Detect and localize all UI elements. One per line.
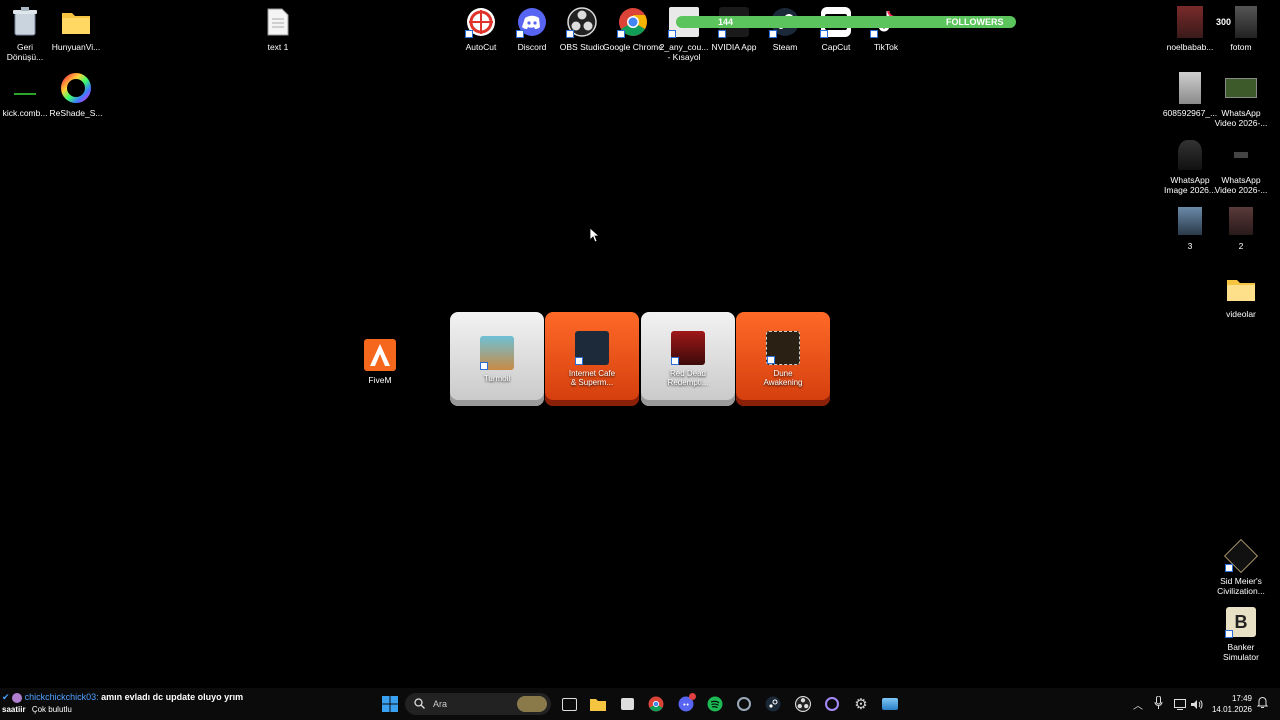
turmoil-icon — [480, 335, 514, 370]
desktop-icon-banker-simulator[interactable]: B Banker Simulator — [1215, 606, 1267, 662]
photos-taskbar-button[interactable] — [880, 694, 900, 714]
spotify-taskbar-button[interactable] — [705, 694, 725, 714]
image-icon — [1174, 139, 1206, 171]
game-label: Turmoil — [483, 373, 511, 383]
chat-overlay-line: ✔ chickchickchick03: amın evladı dc upda… — [2, 692, 243, 703]
text-file-icon — [262, 6, 294, 38]
notification-bell-icon[interactable] — [1256, 696, 1269, 714]
discord-icon — [516, 6, 548, 38]
game-label: Red Dead Redempti... — [667, 369, 709, 387]
obs-icon — [566, 6, 598, 38]
taskbar-clock[interactable]: 17:49 14.01.2026 — [1206, 693, 1252, 715]
icon-label: text 1 — [267, 42, 289, 52]
followers-count: 144 — [718, 17, 734, 27]
folder-icon — [1225, 273, 1257, 305]
desktop-icon-2-any-cou[interactable]: 2_any_cou... - Kısayol — [658, 6, 710, 62]
icon-label: 2 — [1238, 241, 1244, 251]
discord-taskbar-button[interactable] — [676, 693, 696, 714]
chat-message: amın evladı dc update oluyo yrım — [101, 692, 244, 702]
image-icon — [1174, 72, 1206, 104]
reshade-icon — [60, 72, 92, 104]
autocut-icon — [465, 6, 497, 38]
dune-icon — [766, 331, 800, 365]
video-icon — [1225, 72, 1257, 104]
store-button[interactable] — [617, 694, 637, 714]
icon-label: ReShade_S... — [49, 108, 103, 118]
chevron-up-icon[interactable]: ︿ — [1133, 697, 1143, 712]
game-tile-dune[interactable]: Dune Awakening — [736, 312, 830, 406]
desktop-icon-civilization[interactable]: Sid Meier's Civilization... — [1215, 539, 1267, 596]
search-highlight-icon — [517, 696, 547, 712]
desktop-icon-fivem[interactable]: FiveM — [354, 339, 406, 385]
folder-icon — [60, 6, 92, 38]
fivem-icon — [364, 339, 396, 371]
game-label: Dune Awakening — [763, 369, 803, 387]
obs-taskbar-button[interactable] — [793, 694, 813, 714]
internet-cafe-icon — [575, 331, 609, 365]
chrome-taskbar-button[interactable] — [646, 694, 666, 714]
icon-label: fotom — [1230, 42, 1252, 52]
image-icon — [1174, 6, 1206, 38]
app-taskbar-button[interactable] — [734, 694, 754, 714]
game-tile-turmoil[interactable]: Turmoil — [450, 312, 544, 406]
taskbar-search[interactable]: Ara — [405, 693, 551, 715]
search-icon — [414, 697, 425, 711]
chrome-icon — [617, 6, 649, 38]
icon-label: Sid Meier's Civilization... — [1217, 576, 1265, 596]
settings-taskbar-button[interactable]: ⚙ — [851, 694, 871, 714]
followers-goal-bar: 144 FOLLOWERS — [676, 16, 1016, 28]
notification-badge-icon — [689, 693, 696, 700]
file-explorer-button[interactable] — [588, 694, 608, 714]
icon-label: Banker Simulator — [1223, 642, 1259, 662]
volume-icon[interactable] — [1191, 697, 1203, 715]
avatar — [12, 692, 23, 703]
icon-label: FiveM — [368, 375, 392, 385]
checkmark-icon: ✔ — [2, 692, 10, 702]
icon-label: WhatsApp Video 2026-... — [1214, 108, 1268, 128]
civilization-icon — [1224, 539, 1258, 573]
task-view-button[interactable] — [559, 694, 579, 714]
app2-taskbar-button[interactable] — [822, 694, 842, 714]
desktop-icon-fotom[interactable]: fotom — [1215, 6, 1267, 52]
followers-label: FOLLOWERS — [946, 17, 1004, 27]
game-label: Internet Cafe & Superm... — [568, 369, 616, 387]
gear-icon: ⚙ — [854, 696, 868, 713]
weather-widget[interactable]: saatiir Çok bulutlu — [2, 705, 72, 714]
desktop-icon-whatsapp-video-1[interactable]: WhatsApp Video 2026-... — [1215, 72, 1267, 128]
desktop-icon-2[interactable]: 2 — [1215, 205, 1267, 251]
desktop-icon-whatsapp-video-2[interactable]: WhatsApp Video 2026-... — [1215, 139, 1267, 195]
red-dead-icon — [671, 331, 705, 365]
search-placeholder: Ara — [433, 699, 448, 709]
game-tile-internet-cafe[interactable]: Internet Cafe & Superm... — [545, 312, 639, 406]
video-icon — [1225, 139, 1257, 171]
icon-label: TikTok — [873, 42, 899, 52]
weather-text: Çok bulutlu — [31, 705, 72, 714]
clock-date: 14.01.2026 — [1211, 705, 1252, 714]
icon-label: videolar — [1226, 309, 1256, 319]
start-button[interactable] — [380, 694, 400, 714]
file-icon — [9, 72, 41, 104]
image-icon — [1174, 205, 1206, 237]
desktop-icon-tiktok[interactable]: TikTok — [860, 6, 912, 52]
chat-username: chickchickchick03: — [24, 692, 99, 702]
steam-taskbar-button[interactable] — [763, 694, 783, 714]
desktop-icon-videolar[interactable]: videolar — [1215, 273, 1267, 319]
recycle-bin-icon — [9, 6, 41, 38]
clock-time: 17:49 — [1231, 694, 1252, 703]
banker-icon: B — [1225, 606, 1257, 638]
icon-label: HunyuanVi... — [51, 42, 101, 52]
desktop-icon-reshade[interactable]: ReShade_S... — [50, 72, 102, 118]
weather-bold-text: saatiir — [2, 705, 26, 714]
desktop-icon-text-1[interactable]: text 1 — [252, 6, 304, 52]
desktop-icon-recycle-bin[interactable]: Geri Dönüşü... — [0, 6, 51, 62]
image-icon — [1225, 6, 1257, 38]
image-icon — [1225, 205, 1257, 237]
game-tile-red-dead[interactable]: Red Dead Redempti... — [641, 312, 735, 406]
microphone-icon[interactable] — [1154, 695, 1163, 714]
mouse-cursor-icon — [590, 228, 600, 242]
network-icon[interactable] — [1174, 697, 1186, 715]
desktop-icon-hunyuanvi-folder[interactable]: HunyuanVi... — [50, 6, 102, 52]
icon-label: WhatsApp Video 2026-... — [1214, 175, 1268, 195]
